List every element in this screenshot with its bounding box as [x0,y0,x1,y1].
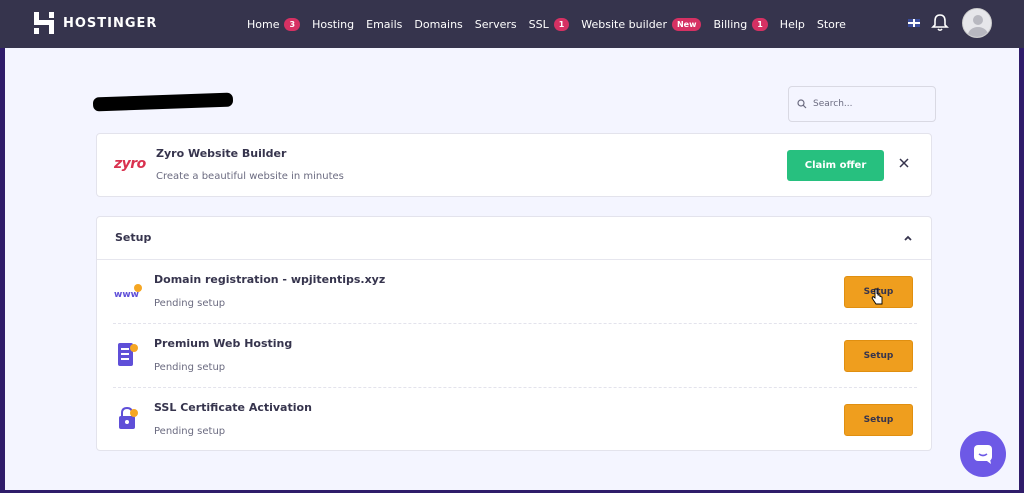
search-box[interactable] [788,86,936,122]
nav-label: Servers [474,17,517,31]
setup-button[interactable]: Setup [844,340,913,372]
setup-button[interactable]: Setup [844,404,913,436]
svg-text:www: www [114,290,139,300]
setup-row-ssl: SSL Certificate Activation Pending setup… [97,388,931,452]
zyro-logo: zyro [114,156,146,172]
nav-label: Home [247,17,280,31]
nav-label: SSL [528,17,549,31]
main-nav: Home 3 Hosting Emails Domains Servers SS… [247,0,858,48]
nav-item-help[interactable]: Help [780,18,805,31]
setup-panel: Setup www Domain registration - wpjitent… [96,216,932,451]
claim-offer-button[interactable]: Claim offer [787,150,884,181]
nav-label: Help [779,17,805,31]
main-content: zyro Zyro Website Builder Create a beaut… [5,48,1019,490]
redacted-greeting [92,92,234,112]
server-icon [118,343,138,366]
hostinger-logo-icon [34,12,54,34]
nav-badge: New [671,17,702,31]
nav-label: Website builder [581,17,667,31]
search-input[interactable] [813,99,923,109]
nav-label: Hosting [312,17,355,31]
nav-label: Billing [713,17,748,31]
nav-label: Domains [414,17,463,31]
nav-item-emails[interactable]: Emails [366,18,402,31]
nav-label: Store [816,17,846,31]
nav-item-hosting[interactable]: Hosting [312,18,354,31]
chat-icon [974,445,992,464]
hand-cursor-icon [871,288,883,305]
nav-item-domains[interactable]: Domains [414,18,462,31]
nav-item-billing[interactable]: Billing 1 [713,17,768,31]
www-icon: www [114,284,142,300]
chevron-up-icon[interactable] [903,233,913,243]
row-title: SSL Certificate Activation [154,401,312,414]
row-title: Premium Web Hosting [154,337,293,350]
nav-badge: 3 [284,17,301,31]
uk-flag-icon[interactable] [908,19,920,27]
row-status: Pending setup [154,426,226,437]
setup-header: Setup [115,231,152,244]
nav-item-servers[interactable]: Servers [475,18,517,31]
promo-title: Zyro Website Builder [156,147,287,160]
nav-item-store[interactable]: Store [817,18,846,31]
close-icon[interactable] [897,156,911,170]
nav-badge: 1 [752,17,768,31]
nav-item-home[interactable]: Home 3 [247,17,301,31]
setup-row-hosting: Premium Web Hosting Pending setup Setup [97,324,931,388]
chat-button[interactable] [960,431,1006,477]
setup-row-domain: www Domain registration - wpjitentips.xy… [97,260,931,324]
search-icon [797,99,807,109]
row-status: Pending setup [154,298,226,309]
zyro-promo-card: zyro Zyro Website Builder Create a beaut… [96,133,932,197]
lock-icon [119,406,138,429]
nav-badge: 1 [553,17,570,31]
promo-subtitle: Create a beautiful website in minutes [156,171,344,182]
nav-label: Emails [366,17,403,31]
brand-name: HOSTINGER [63,15,158,31]
avatar[interactable] [962,8,992,38]
header-tools [908,8,992,38]
row-status: Pending setup [154,362,226,373]
hostinger-logo[interactable]: HOSTINGER [34,12,157,34]
row-title: Domain registration - wpjitentips.xyz [154,273,386,286]
nav-item-website-builder[interactable]: Website builder New [581,17,702,31]
top-navbar: HOSTINGER Home 3 Hosting Emails Domains … [0,0,1024,48]
bell-icon[interactable] [930,13,950,33]
nav-item-ssl[interactable]: SSL 1 [528,17,570,31]
